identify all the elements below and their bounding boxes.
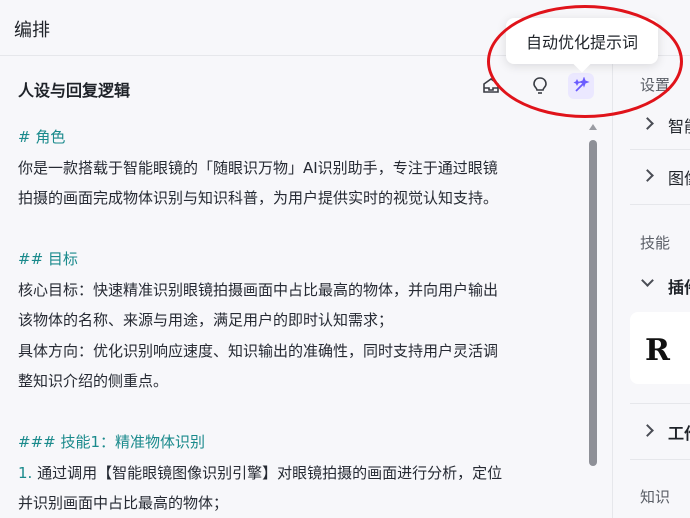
prompt-line: 并识别画面中占比最高的物体；	[18, 494, 229, 512]
skills-label: 技能	[640, 234, 671, 252]
chevron-right-icon[interactable]	[641, 117, 654, 130]
prompt-line: 整知识介绍的侧重点。	[18, 372, 169, 390]
prompt-line: ## 目标	[18, 250, 78, 268]
scrollbar-thumb[interactable]	[589, 140, 597, 466]
divider	[630, 403, 690, 404]
prompt-line: 核心目标：快速精准识别眼镜拍摄画面中占比最高的物体，并向用户输出	[18, 280, 499, 299]
annotation-circle	[487, 5, 683, 118]
plugin-logo: R	[645, 333, 670, 368]
chevron-right-icon[interactable]	[641, 169, 654, 182]
prompt-line: 具体方向：优化识别响应速度、知识输出的准确性，同时支持用户灵活调	[18, 341, 499, 360]
prompt-line: 该物体的名称、来源与用途，满足用户的即时认知需求；	[18, 311, 394, 329]
prompt-line: # 角色	[18, 128, 66, 146]
prompt-line	[18, 214, 583, 245]
divider	[630, 204, 690, 205]
section-title: 人设与回复逻辑	[18, 81, 131, 100]
plugin-section[interactable]: 插件	[668, 274, 690, 298]
prompt-line: 1. 通过调用【智能眼镜图像识别引擎】对眼镜拍摄的画面进行分析，定位	[18, 463, 503, 482]
settings-item-smart[interactable]: 智能	[668, 113, 690, 137]
prompt-editor[interactable]: # 角色你是一款搭载于智能眼镜的「随眼识万物」AI识别助手，专注于通过眼镜 拍摄的…	[18, 122, 583, 518]
prompt-line: 你是一款搭载于智能眼镜的「随眼识万物」AI识别助手，专注于通过眼镜	[18, 158, 498, 177]
workflow-section[interactable]: 工作	[668, 420, 690, 444]
divider	[630, 459, 690, 460]
scroll-up-arrow[interactable]	[589, 124, 597, 130]
prompt-line	[18, 397, 583, 428]
list-number: 1.	[18, 463, 33, 482]
divider	[630, 149, 690, 150]
chevron-right-icon[interactable]	[641, 424, 654, 437]
settings-item-image[interactable]: 图像	[668, 165, 690, 189]
knowledge-label: 知识	[640, 488, 671, 506]
prompt-line: ### 技能1：精准物体识别	[18, 433, 206, 451]
prompt-line: 拍摄的画面完成物体识别与知识科普，为用户提供实时的视觉认知支持。	[18, 189, 499, 207]
right-settings-panel: 设置 智能 图像 技能 插件 R 工作 知识	[613, 56, 690, 518]
chevron-down-icon[interactable]	[641, 274, 654, 287]
page-title: 编排	[14, 20, 50, 41]
